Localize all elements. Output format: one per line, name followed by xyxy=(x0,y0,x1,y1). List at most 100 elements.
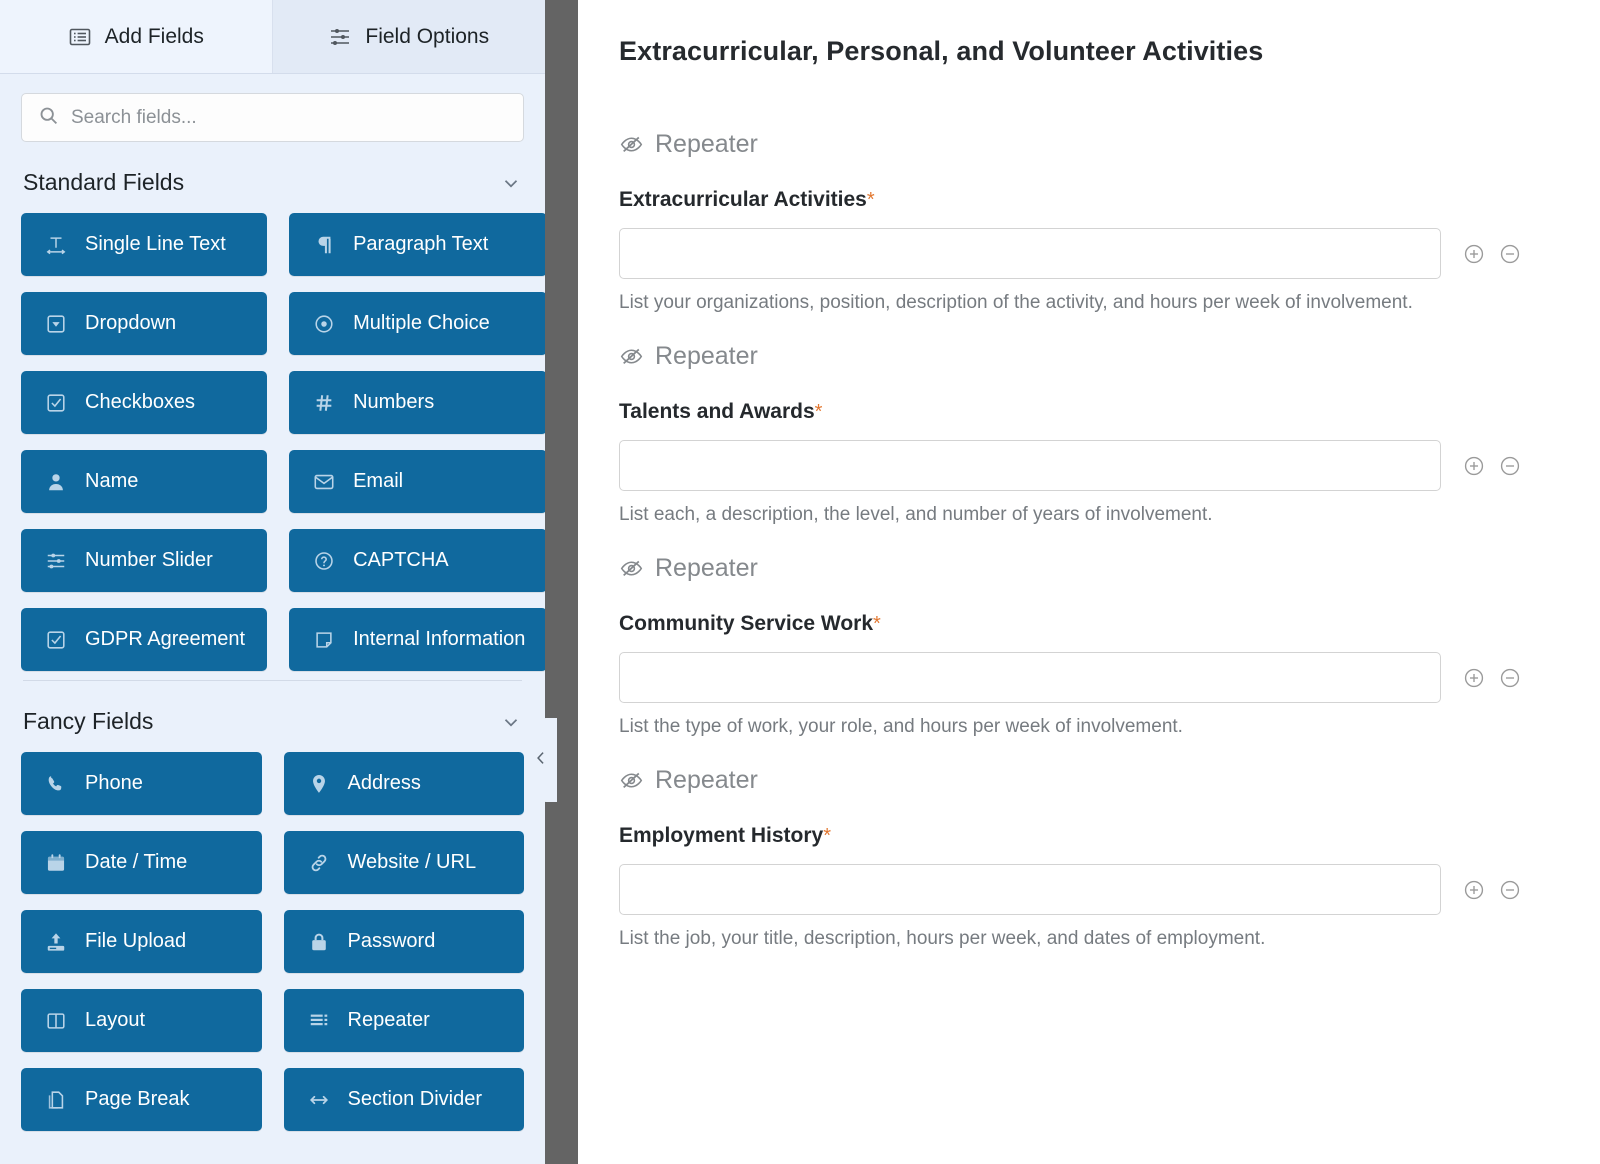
form-field-block[interactable]: Repeater Community Service Work* xyxy=(619,554,1600,738)
eye-slash-icon xyxy=(619,556,644,581)
field-button-label: Email xyxy=(353,470,403,493)
field-input-row xyxy=(619,864,1600,915)
map-pin-icon xyxy=(306,773,332,795)
field-text-input[interactable] xyxy=(619,228,1441,279)
list-icon xyxy=(68,25,92,49)
required-marker: * xyxy=(823,825,831,847)
repeater-tag-label: Repeater xyxy=(655,130,758,159)
field-label-text: Community Service Work xyxy=(619,612,873,635)
remove-row-button[interactable] xyxy=(1499,879,1521,901)
field-button-password[interactable]: Password xyxy=(284,910,525,973)
field-label-text: Employment History xyxy=(619,824,823,847)
form-field-block[interactable]: Repeater Employment History* xyxy=(619,766,1600,950)
fancy-fields-grid: Phone Address xyxy=(21,752,524,1131)
remove-row-button[interactable] xyxy=(1499,667,1521,689)
form-field-block[interactable]: Repeater Extracurricular Activities* xyxy=(619,130,1600,314)
section-header-standard-fields[interactable]: Standard Fields xyxy=(21,142,524,213)
page-title: Extracurricular, Personal, and Volunteer… xyxy=(619,36,1600,67)
repeater-row-actions xyxy=(1463,455,1521,477)
field-button-dropdown[interactable]: Dropdown xyxy=(21,292,267,355)
repeater-rows-icon xyxy=(306,1010,332,1032)
field-button-numbers[interactable]: Numbers xyxy=(289,371,545,434)
field-button-page-break[interactable]: Page Break xyxy=(21,1068,262,1131)
field-text-input[interactable] xyxy=(619,652,1441,703)
field-button-single-line-text[interactable]: Single Line Text xyxy=(21,213,267,276)
check-square-icon xyxy=(43,392,69,414)
field-label-text: Extracurricular Activities xyxy=(619,188,867,211)
sliders-icon xyxy=(43,550,69,572)
remove-row-button[interactable] xyxy=(1499,455,1521,477)
field-button-email[interactable]: Email xyxy=(289,450,545,513)
field-button-website-url[interactable]: Website / URL xyxy=(284,831,525,894)
question-circle-icon xyxy=(311,550,337,572)
field-button-multiple-choice[interactable]: Multiple Choice xyxy=(289,292,545,355)
field-button-gdpr-agreement[interactable]: GDPR Agreement xyxy=(21,608,267,671)
section-header-fancy-fields[interactable]: Fancy Fields xyxy=(21,681,524,752)
add-row-button[interactable] xyxy=(1463,879,1485,901)
field-button-paragraph-text[interactable]: Paragraph Text xyxy=(289,213,545,276)
field-button-file-upload[interactable]: File Upload xyxy=(21,910,262,973)
repeater-row-actions xyxy=(1463,879,1521,901)
tab-add-fields-label: Add Fields xyxy=(105,25,204,49)
upload-icon xyxy=(43,931,69,953)
search-box[interactable] xyxy=(21,93,524,142)
form-field-block[interactable]: Repeater Talents and Awards* xyxy=(619,342,1600,526)
field-text-input[interactable] xyxy=(619,440,1441,491)
link-icon xyxy=(306,852,332,874)
repeater-type-tag: Repeater xyxy=(619,554,1600,583)
add-row-button[interactable] xyxy=(1463,667,1485,689)
field-button-label: Name xyxy=(85,470,138,493)
remove-row-button[interactable] xyxy=(1499,243,1521,265)
field-button-section-divider[interactable]: Section Divider xyxy=(284,1068,525,1131)
caret-square-down-icon xyxy=(43,313,69,335)
field-button-phone[interactable]: Phone xyxy=(21,752,262,815)
radio-dot-icon xyxy=(311,313,337,335)
field-button-captcha[interactable]: CAPTCHA xyxy=(289,529,545,592)
add-row-button[interactable] xyxy=(1463,455,1485,477)
field-button-internal-information[interactable]: Internal Information xyxy=(289,608,545,671)
field-description: List the type of work, your role, and ho… xyxy=(619,716,1600,738)
form-builder-app: Add Fields Field Options xyxy=(0,0,1600,1164)
field-button-layout[interactable]: Layout xyxy=(21,989,262,1052)
repeater-tag-label: Repeater xyxy=(655,766,758,795)
field-label: Talents and Awards* xyxy=(619,400,1600,424)
phone-icon xyxy=(43,773,69,795)
field-button-label: Page Break xyxy=(85,1088,190,1111)
fields-scroll-area: Standard Fields Sing xyxy=(0,142,545,1164)
form-preview-panel: Extracurricular, Personal, and Volunteer… xyxy=(578,0,1600,1164)
field-description: List your organizations, position, descr… xyxy=(619,292,1600,314)
chevron-down-icon[interactable] xyxy=(500,172,522,194)
field-button-label: Section Divider xyxy=(348,1088,483,1111)
standard-fields-grid: Single Line Text Paragraph Text xyxy=(21,213,524,671)
field-input-row xyxy=(619,228,1600,279)
field-button-label: Website / URL xyxy=(348,851,477,874)
tab-add-fields[interactable]: Add Fields xyxy=(0,0,273,73)
field-button-address[interactable]: Address xyxy=(284,752,525,815)
search-input[interactable] xyxy=(71,107,507,129)
field-button-label: Layout xyxy=(85,1009,145,1032)
field-text-input[interactable] xyxy=(619,864,1441,915)
pages-icon xyxy=(43,1089,69,1111)
sidebar-tabs: Add Fields Field Options xyxy=(0,0,545,74)
section-title-fancy-fields: Fancy Fields xyxy=(23,708,153,735)
field-button-label: Paragraph Text xyxy=(353,233,488,256)
repeater-tag-label: Repeater xyxy=(655,342,758,371)
field-label-text: Talents and Awards xyxy=(619,400,815,423)
field-button-name[interactable]: Name xyxy=(21,450,267,513)
field-button-repeater[interactable]: Repeater xyxy=(284,989,525,1052)
envelope-icon xyxy=(311,471,337,493)
field-button-label: CAPTCHA xyxy=(353,549,449,572)
field-button-label: Checkboxes xyxy=(85,391,195,414)
chevron-down-icon[interactable] xyxy=(500,711,522,733)
field-button-checkboxes[interactable]: Checkboxes xyxy=(21,371,267,434)
field-input-row xyxy=(619,440,1600,491)
arrows-horizontal-icon xyxy=(306,1089,332,1111)
collapse-panel-button[interactable] xyxy=(524,718,557,802)
required-marker: * xyxy=(815,401,823,423)
tab-field-options[interactable]: Field Options xyxy=(273,0,546,73)
note-icon xyxy=(311,629,337,651)
field-button-number-slider[interactable]: Number Slider xyxy=(21,529,267,592)
add-row-button[interactable] xyxy=(1463,243,1485,265)
user-icon xyxy=(43,471,69,493)
field-button-date-time[interactable]: Date / Time xyxy=(21,831,262,894)
